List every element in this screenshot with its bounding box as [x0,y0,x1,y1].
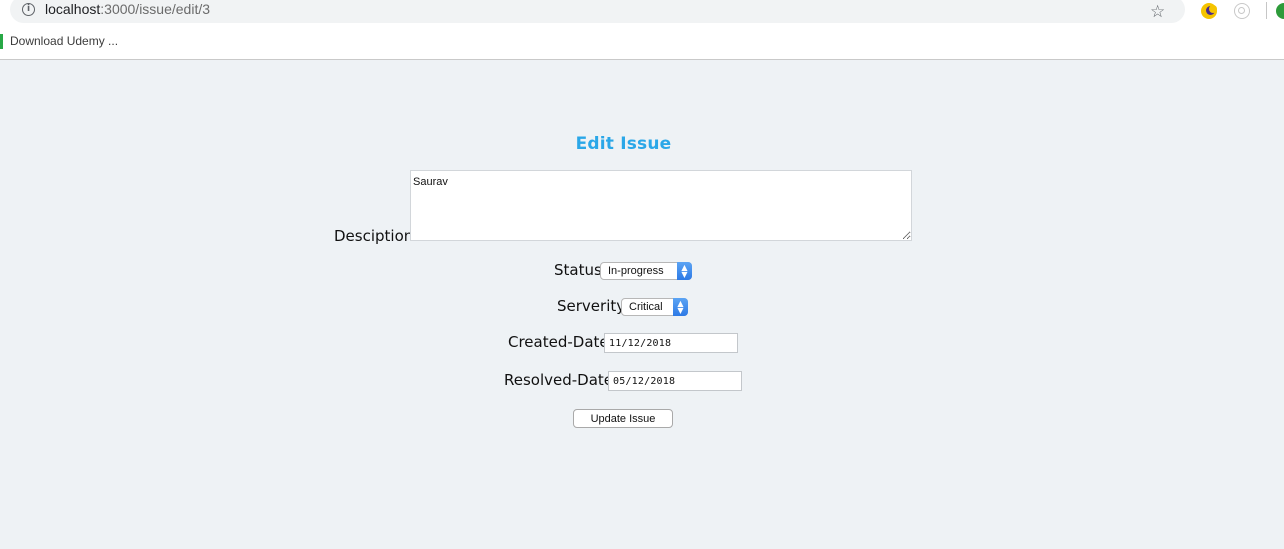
created-date-input[interactable]: 11/12/2018 [604,333,738,353]
select-arrows-icon: ▲ ▼ [677,262,692,280]
select-arrows-icon: ▲ ▼ [673,298,688,316]
url-text[interactable]: localhost:3000/issue/edit/3 [45,1,210,17]
extension-moon-icon[interactable] [1201,3,1217,19]
status-label: Status: [554,261,607,279]
bookmark-label: Download Udemy ... [10,34,119,48]
url-host: localhost [45,1,101,17]
created-date-label: Created-Date: [508,333,614,351]
url-path: :3000/issue/edit/3 [100,1,211,17]
resolved-date-label: Resolved-Date: [504,371,619,389]
description-textarea[interactable] [410,170,912,241]
extension-target-icon[interactable] [1234,3,1250,19]
browser-chrome: i localhost:3000/issue/edit/3 ☆ Download… [0,0,1284,60]
info-icon[interactable]: i [22,3,35,16]
update-issue-button[interactable]: Update Issue [573,409,673,428]
bookmark-star-icon[interactable]: ☆ [1150,2,1165,22]
address-bar[interactable]: i localhost:3000/issue/edit/3 [10,0,1185,23]
severity-label: Serverity: [557,297,630,315]
resolved-date-input[interactable]: 05/12/2018 [608,371,742,391]
severity-value: Critical [629,301,663,313]
page-title: Edit Issue [575,134,672,154]
profile-avatar[interactable] [1276,3,1284,19]
description-label: Desciption: [334,227,419,245]
toolbar-divider [1266,2,1267,19]
bookmark-icon [0,34,3,49]
severity-select[interactable]: Critical ▲ ▼ [621,298,688,316]
status-value: In-progress [608,265,664,277]
status-select[interactable]: In-progress ▲ ▼ [600,262,692,280]
